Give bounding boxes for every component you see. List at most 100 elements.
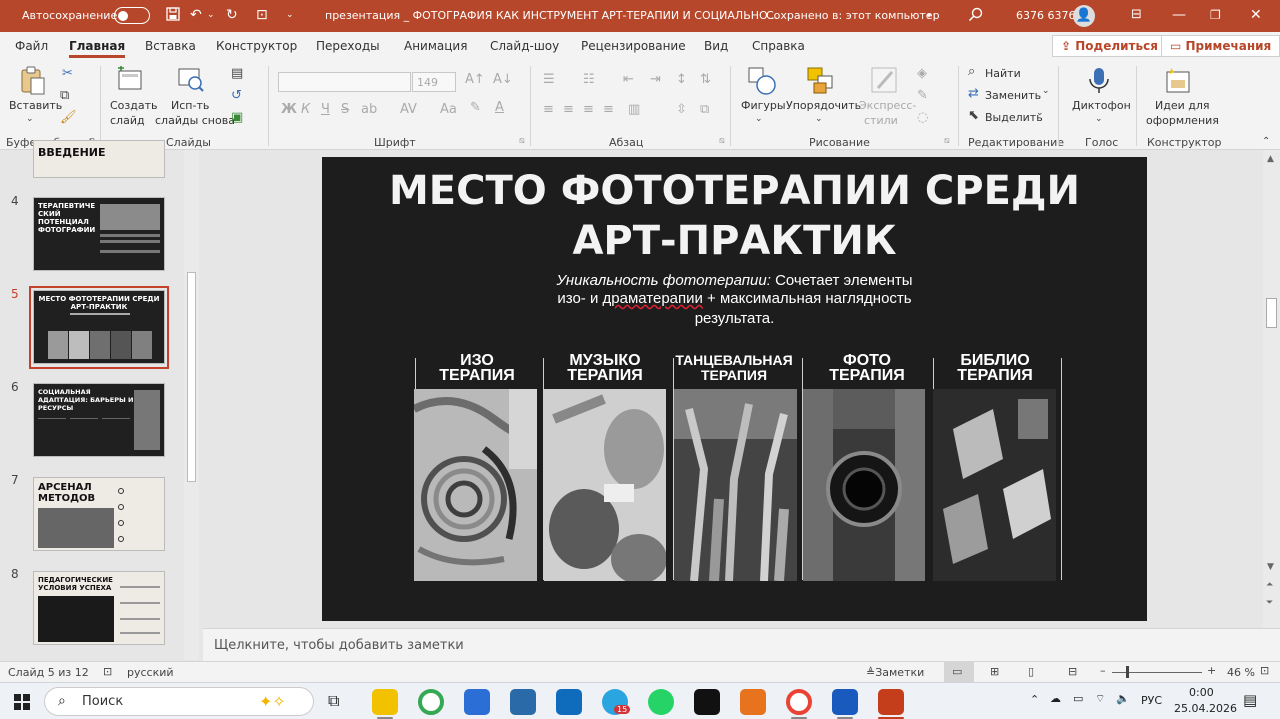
ribbon-display-icon[interactable]: ⊟ (1131, 7, 1142, 23)
slide-subtitle-line3[interactable]: результата. (322, 310, 1147, 327)
scroll-up-icon[interactable]: ▲ (1267, 154, 1274, 164)
quick-styles-label-2[interactable]: стили (864, 113, 898, 128)
format-painter-icon[interactable]: 🖌 (60, 110, 77, 125)
italic-icon[interactable]: К (301, 102, 310, 117)
save-status-chevron-icon[interactable]: ▾ (927, 11, 931, 20)
new-slide-icon[interactable] (116, 66, 144, 94)
sorter-view-icon[interactable]: ⊞ (990, 665, 999, 678)
word-icon[interactable] (832, 689, 858, 715)
tab-design[interactable]: Конструктор (216, 39, 297, 53)
quick-styles-icon[interactable] (870, 66, 898, 94)
indent-increase-icon[interactable]: ⇥ (650, 72, 661, 87)
save-icon[interactable] (166, 7, 180, 25)
dance-therapy-photo[interactable] (674, 389, 797, 581)
volume-icon[interactable]: 🔈 (1116, 692, 1130, 705)
align-right-icon[interactable]: ≡ (583, 102, 594, 117)
fit-to-window-icon[interactable]: ⊡ (1260, 664, 1269, 677)
notes-pane[interactable]: Щелкните, чтобы добавить заметки (203, 628, 1280, 661)
shape-effects-icon[interactable]: ◌ (917, 110, 928, 125)
paste-label[interactable]: Вставить (9, 98, 62, 113)
dictate-dropdown-icon[interactable]: ⌄ (1095, 114, 1103, 124)
editor-scrollbar[interactable]: ▲ ▼ ⏶ ⏷ (1263, 150, 1280, 628)
customize-toolbar-icon[interactable]: ⌄ (286, 7, 294, 23)
chrome-icon[interactable] (418, 689, 444, 715)
zoom-level[interactable]: 46 % (1227, 666, 1255, 679)
char-spacing-icon[interactable]: AV (400, 102, 417, 117)
justify-icon[interactable]: ≡ (603, 102, 614, 117)
slideshow-view-icon[interactable]: ⊟ (1068, 665, 1077, 678)
align-text-icon[interactable]: ⇳ (676, 102, 687, 117)
chrome-profile-icon[interactable] (786, 689, 812, 715)
slide-thumbnail-6[interactable]: СОЦИАЛЬНАЯ АДАПТАЦИЯ: БАРЬЕРЫ И РЕСУРСЫ (33, 383, 165, 457)
store-icon[interactable] (464, 689, 490, 715)
slide-subtitle-line1[interactable]: Уникальность фототерапии: Сочетает элеме… (322, 272, 1147, 289)
find-label[interactable]: Найти (985, 66, 1021, 81)
clock-time[interactable]: 0:00 (1189, 686, 1214, 699)
biblio-therapy-photo[interactable] (933, 389, 1056, 581)
column-header-photo[interactable]: ФОТО ТЕРАПИЯ (803, 353, 931, 384)
highlight-icon[interactable]: ✎ (470, 100, 481, 115)
undo-icon[interactable]: ↶ (190, 7, 202, 23)
search-icon[interactable] (968, 7, 983, 26)
designer-label-2[interactable]: оформления (1146, 113, 1219, 128)
notes-placeholder[interactable]: Щелкните, чтобы добавить заметки (214, 638, 464, 653)
tab-transitions[interactable]: Переходы (316, 39, 380, 53)
share-button[interactable]: ⇪ Поделиться (1052, 35, 1167, 57)
notifications-icon[interactable]: ▤ (1243, 691, 1257, 709)
align-center-icon[interactable]: ≡ (563, 102, 574, 117)
bold-icon[interactable]: Ж (281, 102, 297, 117)
slide-thumbnail-4[interactable]: ТЕРАПЕВТИЧЕ СКИЙ ПОТЕНЦИАЛ ФОТОГРАФИИ (33, 197, 165, 271)
clock-date[interactable]: 25.04.2026 (1174, 702, 1237, 715)
notes-toggle-button[interactable]: ≜Заметки (866, 666, 924, 679)
strikethrough-icon[interactable]: S (341, 102, 349, 117)
save-status[interactable]: Сохранено в: этот компьютер (766, 9, 940, 22)
next-slide-icon[interactable]: ⏷ (1266, 598, 1273, 608)
paste-icon[interactable] (19, 66, 47, 95)
taskbar-search-box[interactable]: ⌕ Поиск ✦✧ (44, 687, 314, 716)
designer-label-1[interactable]: Идеи для (1155, 98, 1210, 113)
minimize-icon[interactable]: — (1172, 7, 1186, 23)
arrange-label[interactable]: Упорядочить (786, 98, 861, 113)
font-name-combo[interactable] (278, 72, 411, 92)
bullets-icon[interactable]: ☰ (543, 72, 555, 87)
slide-title-line1[interactable]: МЕСТО ФОТОТЕРАПИИ СРЕДИ (322, 167, 1147, 215)
slide-subtitle-line2[interactable]: изо- и драматерапии + максимальная нагля… (322, 290, 1147, 307)
shapes-label[interactable]: Фигуры (741, 98, 786, 113)
hidden-icons-chevron-icon[interactable]: ⌃ (1030, 693, 1039, 706)
column-header-biblio[interactable]: БИБЛИО ТЕРАПИЯ (931, 353, 1059, 384)
undo-dropdown-icon[interactable]: ⌄ (207, 7, 215, 23)
tab-home[interactable]: Главная (69, 39, 126, 58)
column-header-art[interactable]: ИЗО ТЕРАПИЯ (413, 353, 541, 384)
select-dropdown-icon[interactable]: ⌄ (1036, 108, 1044, 118)
paragraph-launcher-icon[interactable]: ⧅ (719, 136, 725, 146)
previous-slide-icon[interactable]: ⏶ (1266, 580, 1273, 590)
font-size-combo[interactable]: 149 (412, 72, 456, 92)
tab-help[interactable]: Справка (752, 39, 805, 53)
text-direction-icon[interactable]: ⇅ (700, 72, 711, 87)
decrease-font-icon[interactable]: A↓ (493, 72, 513, 87)
file-explorer-icon[interactable] (372, 689, 398, 715)
reuse-slides-icon[interactable] (177, 66, 205, 94)
new-slide-label-2[interactable]: слайд (110, 113, 145, 128)
shape-outline-icon[interactable]: ✎ (917, 88, 928, 103)
shadow-icon[interactable]: ab (361, 102, 377, 117)
column-header-dance[interactable]: ТАНЦЕВАЛЬНАЯ ТЕРАПИЯ (670, 353, 798, 383)
select-icon[interactable]: ⬉ (968, 108, 979, 123)
change-case-icon[interactable]: Aa (440, 102, 457, 117)
replace-label[interactable]: Заменить (985, 88, 1041, 103)
column-header-music[interactable]: МУЗЫКО ТЕРАПИЯ (541, 353, 669, 384)
slide-canvas[interactable]: МЕСТО ФОТОТЕРАПИИ СРЕДИ АРТ-ПРАКТИК Уник… (322, 157, 1147, 621)
autosave-toggle[interactable] (114, 7, 150, 24)
increase-font-icon[interactable]: A↑ (465, 72, 485, 87)
dictate-label[interactable]: Диктофон (1072, 98, 1131, 113)
line-spacing-icon[interactable]: ↕ (676, 72, 687, 87)
smartart-icon[interactable]: ⧉ (700, 102, 709, 117)
quick-styles-label-1[interactable]: Экспресс- (859, 98, 916, 113)
slide-thumbnail-7[interactable]: АРСЕНАЛ МЕТОДОВ (33, 477, 165, 551)
arrange-dropdown-icon[interactable]: ⌄ (815, 114, 823, 124)
replace-dropdown-icon[interactable]: ⌄ (1042, 86, 1050, 96)
user-name[interactable]: 6376 6376 (1016, 9, 1076, 22)
outlook-icon[interactable] (556, 689, 582, 715)
new-slide-label-1[interactable]: Создать (110, 98, 158, 113)
start-icon[interactable] (14, 694, 30, 713)
